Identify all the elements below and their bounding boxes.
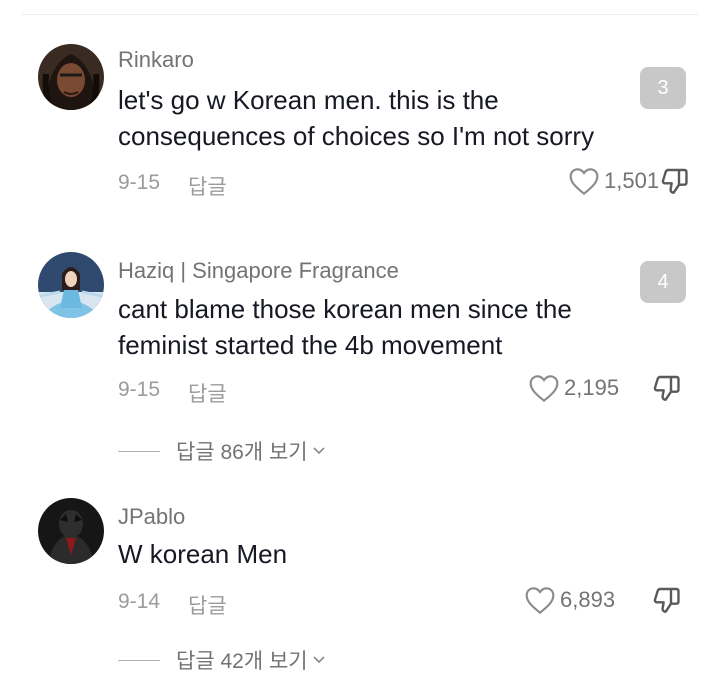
dislike-button[interactable] [658,166,692,203]
thumbs-down-icon [653,375,680,401]
comment-text: let's go w Korean men. this is the conse… [118,82,594,154]
like-button[interactable]: 6,893 [524,585,615,615]
comment-date: 9-15 [118,378,161,401]
dislike-button[interactable] [650,373,684,410]
comment-text-line: cant blame those korean men since the [118,294,572,324]
comment-number-badge: 3 [640,67,686,109]
heart-outline-icon [525,587,555,615]
like-count: 2,195 [564,375,620,400]
comment-text: W korean Men [118,536,287,572]
avatar[interactable] [38,252,104,318]
replies-divider [118,659,160,661]
view-replies-label: 답글 86개 보기 [176,441,308,464]
reply-button[interactable]: 답글 [188,171,227,201]
reply-button[interactable]: 답글 [188,378,227,408]
avatar[interactable] [38,498,104,564]
top-divider [22,14,698,15]
heart-outline-icon [529,375,559,403]
comment-text-line: feminist started the 4b movement [118,330,503,360]
chevron-down-icon [313,447,325,455]
like-count: 1,501 [604,168,660,193]
chevron-down-icon [313,656,325,664]
replies-divider [118,450,160,452]
dislike-button[interactable] [650,585,684,622]
comment-text: cant blame those korean men since the fe… [118,291,572,363]
reply-button[interactable]: 답글 [188,590,227,620]
comment-date: 9-15 [118,171,161,194]
like-button[interactable]: 2,195 [528,373,619,403]
avatar[interactable] [38,44,104,110]
thumbs-down-icon [661,168,688,194]
comment-date: 9-14 [118,590,161,613]
like-count: 6,893 [560,587,616,612]
comment-username[interactable]: JPablo [118,504,185,530]
thumbs-down-icon [653,587,680,613]
comment-username[interactable]: Haziq | Singapore Fragrance [118,258,399,284]
view-replies-label: 답글 42개 보기 [176,650,308,673]
comment-text-line: W korean Men [118,539,288,569]
comment-text-line: consequences of choices so I'm not sorry [118,121,595,151]
like-button[interactable]: 1,501 [568,166,659,196]
comment-username[interactable]: Rinkaro [118,47,194,73]
heart-outline-icon [569,168,599,196]
comment-text-line: let's go w Korean men. this is the [118,85,499,115]
view-replies-button[interactable]: 답글 86개 보기 [118,436,326,466]
comment-number-badge: 4 [640,261,686,303]
view-replies-button[interactable]: 답글 42개 보기 [118,645,326,675]
